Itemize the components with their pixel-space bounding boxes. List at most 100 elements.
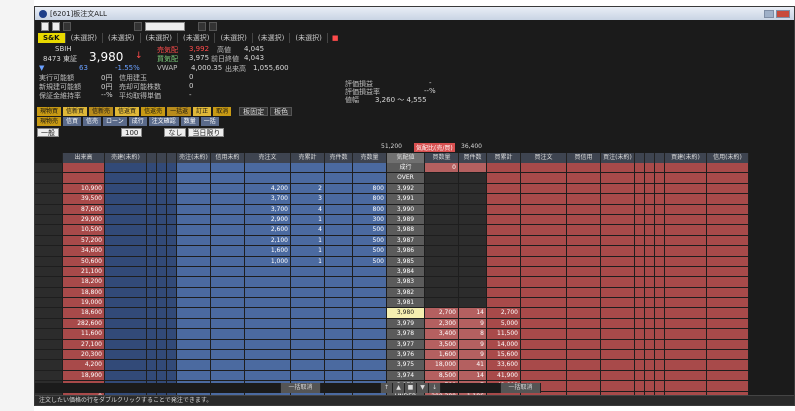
sell-cumulative-cell[interactable]: 1,000 bbox=[245, 256, 291, 267]
order-book-cell[interactable] bbox=[105, 256, 147, 267]
order-book-cell[interactable] bbox=[521, 235, 567, 247]
order-book-cell[interactable] bbox=[635, 360, 645, 371]
order-book-cell[interactable] bbox=[567, 318, 601, 330]
col-sell-qty[interactable]: 売数量 bbox=[353, 153, 387, 163]
cash-sell-button[interactable]: 現物売 bbox=[37, 117, 62, 126]
order-book-cell[interactable] bbox=[601, 318, 635, 330]
order-book-cell[interactable] bbox=[211, 350, 245, 361]
buy-cumulative-cell[interactable]: 11,500 bbox=[487, 329, 521, 340]
order-book-cell[interactable] bbox=[601, 194, 635, 205]
order-book-cell[interactable] bbox=[167, 308, 177, 319]
order-book-cell[interactable] bbox=[167, 266, 177, 278]
order-book-cell[interactable] bbox=[167, 173, 177, 184]
confirm-button[interactable]: 注文確認 bbox=[148, 117, 179, 126]
order-book-cell[interactable] bbox=[635, 266, 645, 278]
buy-cumulative-cell[interactable] bbox=[487, 266, 521, 278]
order-book-cell[interactable] bbox=[325, 194, 353, 205]
margin-buy-button[interactable]: 信買 bbox=[63, 117, 82, 126]
order-book-cell[interactable] bbox=[105, 298, 147, 309]
order-book-cell[interactable] bbox=[105, 246, 147, 257]
bulk-cancel-sell-button[interactable]: 一括取消 bbox=[281, 383, 321, 393]
margin-new-sell-button[interactable]: 信新売 bbox=[89, 107, 114, 116]
order-book-cell[interactable] bbox=[635, 194, 645, 205]
volume-cell[interactable]: 50,600 bbox=[63, 256, 105, 267]
order-book-cell[interactable] bbox=[601, 266, 635, 278]
order-book-cell[interactable] bbox=[655, 204, 665, 215]
order-book-cell[interactable] bbox=[707, 256, 749, 267]
order-book-cell[interactable] bbox=[635, 350, 645, 361]
order-book-cell[interactable] bbox=[105, 163, 147, 174]
order-book-cell[interactable] bbox=[167, 329, 177, 340]
order-book-cell[interactable] bbox=[665, 329, 707, 340]
sell-qty-cell[interactable]: 500 bbox=[353, 256, 387, 267]
order-book-cell[interactable] bbox=[707, 370, 749, 382]
sell-cumulative-cell[interactable]: 1,600 bbox=[245, 246, 291, 257]
sell-qty-cell[interactable]: 500 bbox=[353, 235, 387, 247]
order-book-cell[interactable] bbox=[325, 214, 353, 226]
order-book-cell[interactable] bbox=[567, 298, 601, 309]
order-book-cell[interactable] bbox=[601, 235, 635, 247]
order-book-cell[interactable] bbox=[147, 329, 157, 340]
market-select[interactable] bbox=[52, 22, 60, 31]
margin-new-buy-button[interactable]: 信新買 bbox=[63, 107, 88, 116]
volume-cell[interactable]: 21,100 bbox=[63, 266, 105, 278]
order-book-cell[interactable] bbox=[105, 266, 147, 278]
buy-count-cell[interactable] bbox=[459, 235, 487, 247]
buy-count-cell[interactable] bbox=[459, 266, 487, 278]
sell-cumulative-cell[interactable] bbox=[245, 173, 291, 184]
cancel-order-button[interactable]: 取消 bbox=[213, 107, 232, 116]
order-book-cell[interactable] bbox=[211, 339, 245, 351]
order-book-cell[interactable] bbox=[521, 318, 567, 330]
order-book-cell[interactable] bbox=[521, 277, 567, 288]
order-book-cell[interactable] bbox=[601, 214, 635, 226]
sell-cumulative-cell[interactable] bbox=[245, 298, 291, 309]
order-book-cell[interactable] bbox=[707, 225, 749, 236]
buy-cumulative-cell[interactable] bbox=[487, 194, 521, 205]
volume-cell[interactable]: 11,600 bbox=[63, 329, 105, 340]
order-book-cell[interactable] bbox=[325, 339, 353, 351]
sell-count-cell[interactable] bbox=[291, 308, 325, 319]
order-book-cell[interactable] bbox=[665, 350, 707, 361]
board-color-checkbox[interactable]: 板色 bbox=[270, 107, 293, 116]
sell-qty-cell[interactable] bbox=[353, 287, 387, 299]
order-book-cell[interactable] bbox=[635, 235, 645, 247]
buy-count-cell[interactable] bbox=[459, 204, 487, 215]
order-book-cell[interactable] bbox=[147, 235, 157, 247]
sell-cumulative-cell[interactable] bbox=[245, 163, 291, 174]
tab-2[interactable]: (未選択) bbox=[66, 33, 104, 43]
volume-cell[interactable]: 18,800 bbox=[63, 287, 105, 299]
sell-count-cell[interactable] bbox=[291, 329, 325, 340]
order-book-cell[interactable] bbox=[147, 214, 157, 226]
order-book-cell[interactable] bbox=[157, 204, 167, 215]
order-book-cell[interactable] bbox=[35, 360, 63, 371]
order-book-cell[interactable] bbox=[707, 266, 749, 278]
order-book-cell[interactable] bbox=[567, 329, 601, 340]
buy-count-cell[interactable]: 9 bbox=[459, 350, 487, 361]
order-book-cell[interactable] bbox=[147, 287, 157, 299]
minimize-button[interactable] bbox=[764, 9, 774, 18]
order-book-cell[interactable] bbox=[707, 298, 749, 309]
order-book-cell[interactable] bbox=[521, 308, 567, 319]
order-book-cell[interactable] bbox=[635, 308, 645, 319]
sell-count-cell[interactable] bbox=[291, 350, 325, 361]
volume-cell[interactable]: 29,900 bbox=[63, 214, 105, 226]
col-buy-count[interactable]: 買件数 bbox=[459, 153, 487, 163]
sell-qty-cell[interactable] bbox=[353, 329, 387, 340]
order-book-cell[interactable] bbox=[35, 204, 63, 215]
sell-count-cell[interactable] bbox=[291, 287, 325, 299]
order-book-cell[interactable] bbox=[167, 318, 177, 330]
volume-cell[interactable]: 4,200 bbox=[63, 360, 105, 371]
order-book-cell[interactable] bbox=[105, 194, 147, 205]
refresh-button[interactable] bbox=[198, 22, 206, 31]
order-book-cell[interactable] bbox=[167, 277, 177, 288]
order-book-cell[interactable] bbox=[177, 298, 211, 309]
col-buy-qty[interactable]: 買数量 bbox=[425, 153, 459, 163]
margin-close-sell-button[interactable]: 信返売 bbox=[141, 107, 166, 116]
buy-cumulative-cell[interactable]: 33,600 bbox=[487, 360, 521, 371]
order-book-cell[interactable] bbox=[635, 183, 645, 195]
order-book-cell[interactable] bbox=[157, 287, 167, 299]
order-book-cell[interactable] bbox=[655, 277, 665, 288]
order-book-cell[interactable] bbox=[521, 194, 567, 205]
order-book-cell[interactable] bbox=[635, 225, 645, 236]
order-book-cell[interactable] bbox=[665, 308, 707, 319]
